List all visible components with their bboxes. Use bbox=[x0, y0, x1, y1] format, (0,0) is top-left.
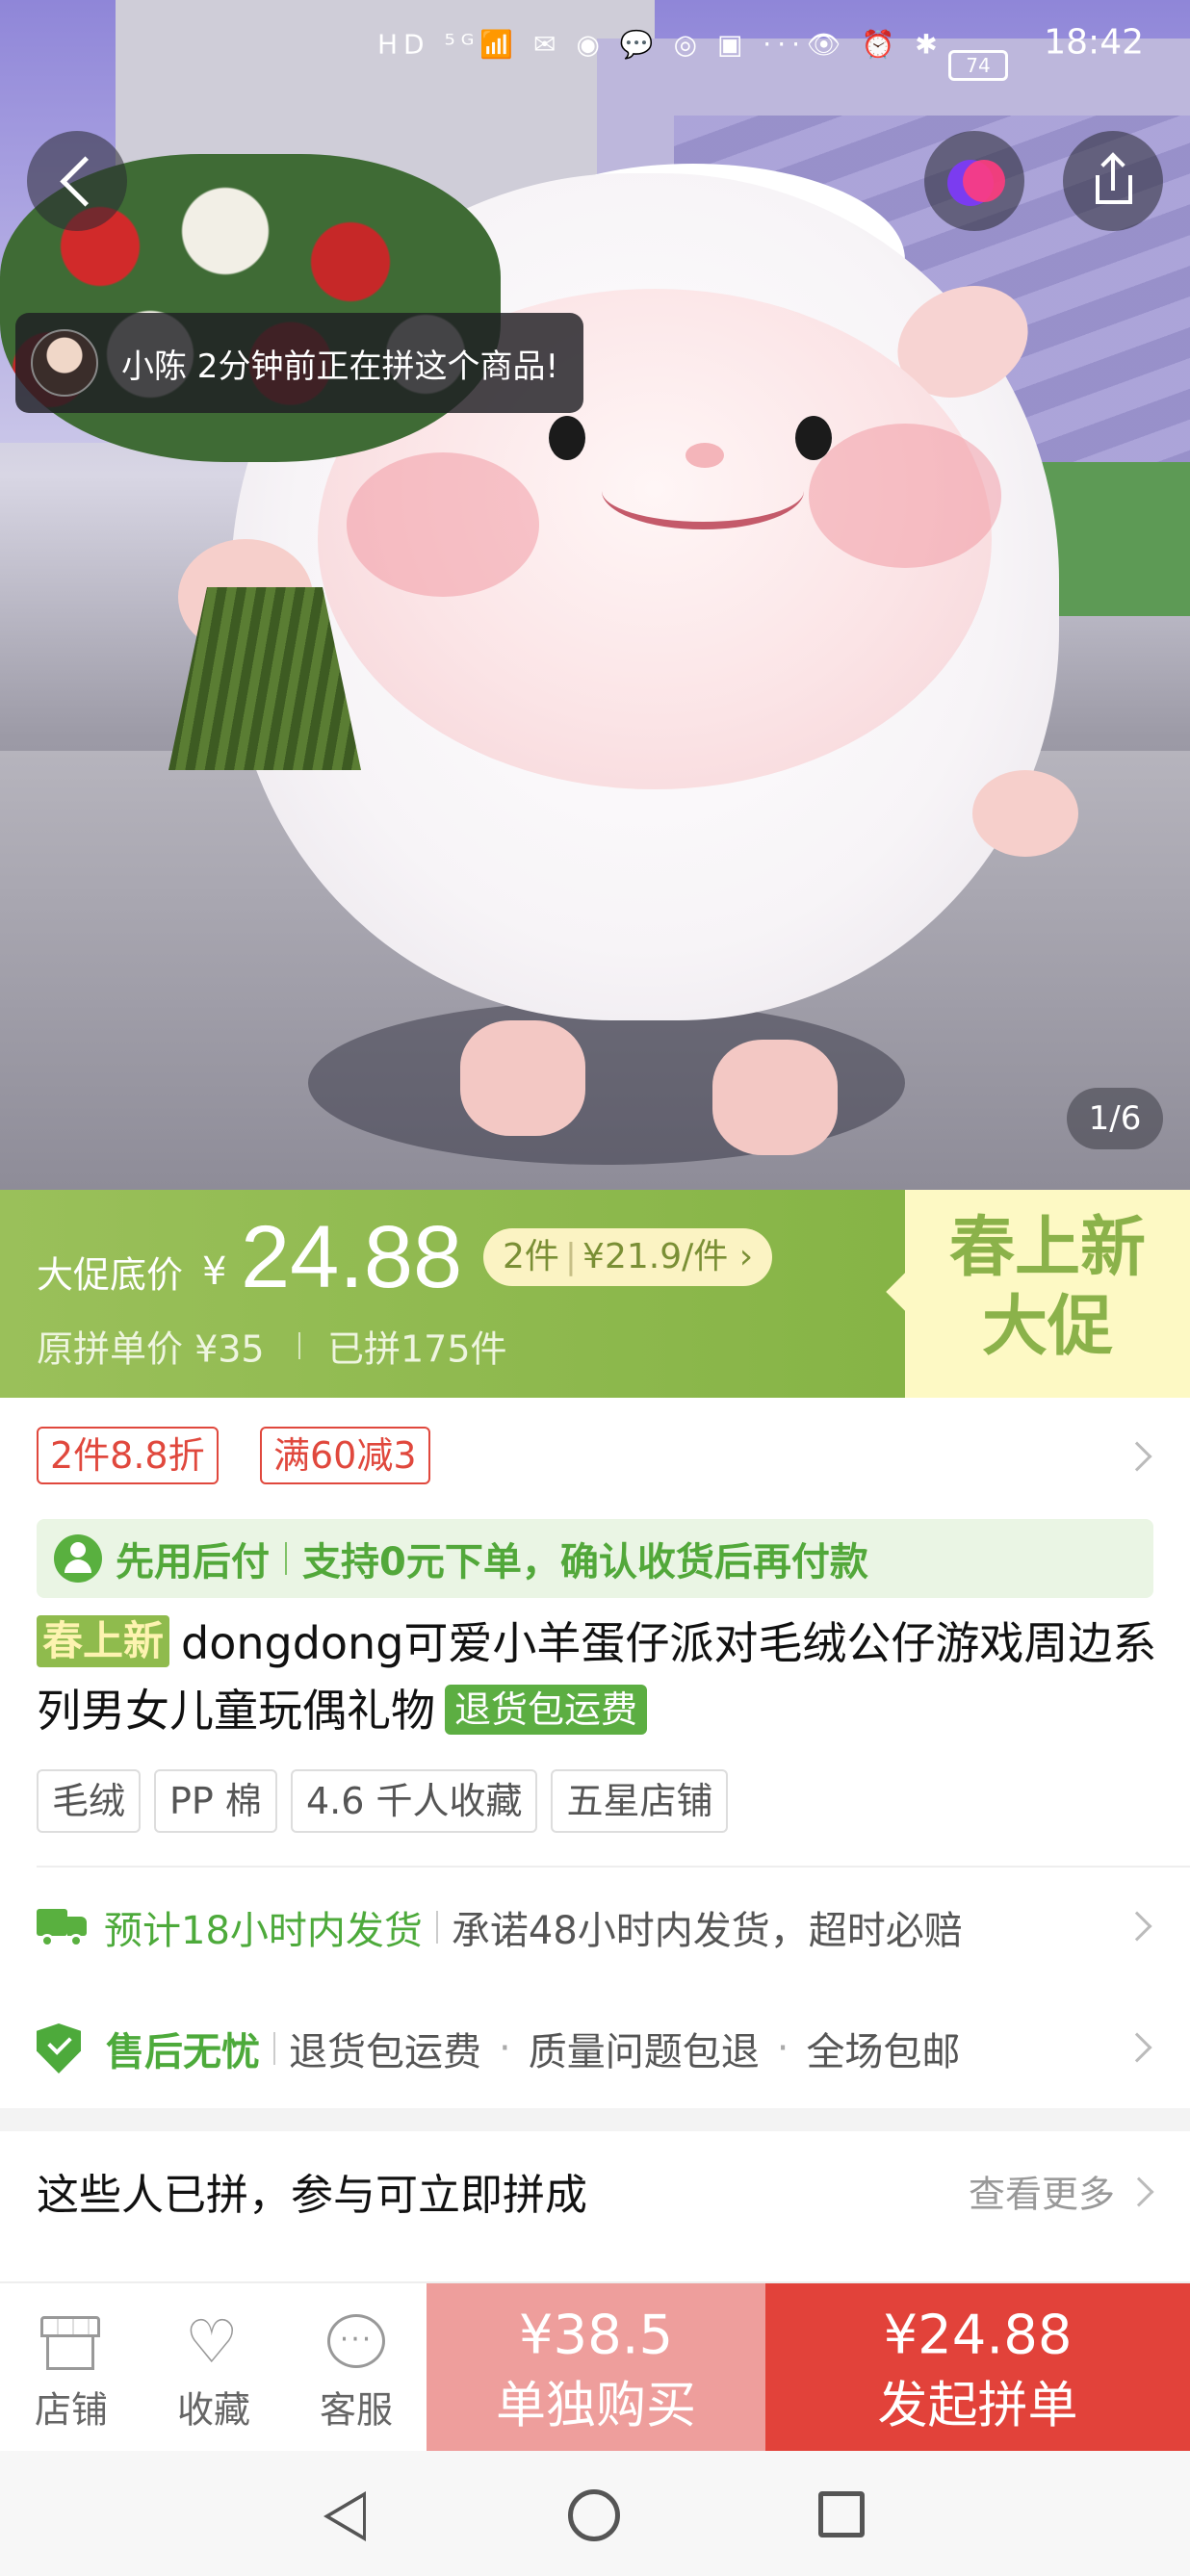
store-button[interactable]: 店铺 bbox=[0, 2283, 142, 2453]
chevron-right-icon: › bbox=[738, 1237, 754, 1276]
pay-later-banner[interactable]: 先用后付 支持0元下单，确认收货后再付款 bbox=[37, 1519, 1153, 1598]
status-icons: HD ⁵ᴳ📶 ✉ ◉ 💬 ◎ ▣ ··· bbox=[377, 28, 807, 61]
buyer-activity-text: 小陈 2分钟前正在拼这个商品! bbox=[121, 347, 559, 386]
spring-promo-panel: 春上新 大促 bbox=[905, 1190, 1190, 1398]
status-time: 18:42 bbox=[1044, 22, 1144, 63]
promo-panel-line1: 春上新 bbox=[948, 1210, 1146, 1286]
coupon-tag: 满60减3 bbox=[260, 1427, 430, 1484]
attribute-tag: PP 棉 bbox=[154, 1769, 277, 1833]
see-more-link[interactable]: 查看更多 bbox=[969, 2165, 1115, 2218]
promo-panel-line2: 大促 bbox=[981, 1289, 1113, 1365]
section-gap bbox=[0, 2108, 1190, 2131]
multi-buy-price: ¥21.9/件 bbox=[582, 1237, 729, 1276]
coupon-row[interactable]: 2件8.8折 满60减3 bbox=[0, 1398, 1190, 1513]
multi-buy-chip[interactable]: 2件 | ¥21.9/件 › bbox=[483, 1228, 773, 1286]
product-title: 春上新 dongdong可爱小羊蛋仔派对毛绒公仔游戏周边系列男女儿童玩偶礼物 退货包… bbox=[37, 1610, 1163, 1744]
currency-symbol: ¥ bbox=[202, 1249, 227, 1294]
divider bbox=[37, 1866, 1190, 1868]
system-back-icon[interactable] bbox=[323, 2491, 366, 2541]
sheep-leg-left bbox=[460, 1020, 585, 1136]
multi-buy-qty: 2件 bbox=[503, 1237, 559, 1276]
system-navigation-bar bbox=[0, 2451, 1190, 2576]
free-return-badge: 退货包运费 bbox=[445, 1685, 648, 1735]
spring-new-tag: 春上新 bbox=[37, 1615, 170, 1667]
group-buy-title: 这些人已拼，参与可立即拼成 bbox=[37, 2171, 587, 2220]
attribute-tag: 毛绒 bbox=[37, 1769, 142, 1833]
buyer-activity-toast: 小陈 2分钟前正在拼这个商品! bbox=[15, 313, 584, 413]
after-sale-item: 质量问题包退 bbox=[528, 2030, 760, 2074]
product-image-carousel[interactable]: HD ⁵ᴳ📶 ✉ ◉ 💬 ◎ ▣ ··· 👁 ⏰ ✱ 74 18:42 小陈 2… bbox=[0, 0, 1190, 1190]
status-bar: HD ⁵ᴳ📶 ✉ ◉ 💬 ◎ ▣ ··· 👁 ⏰ ✱ 74 18:42 bbox=[0, 0, 1190, 81]
image-page-indicator: 1/6 bbox=[1067, 1088, 1163, 1149]
favorite-label: 收藏 bbox=[176, 2388, 250, 2432]
store-icon bbox=[40, 2316, 100, 2370]
pay-later-title: 先用后付 bbox=[116, 1540, 270, 1584]
favorite-button[interactable]: ♡ 收藏 bbox=[142, 2283, 285, 2453]
back-button[interactable] bbox=[27, 131, 127, 231]
price-banner: 大促底价 ¥ 24.88 原拼单价 ¥35 已拼175件 春上新 大促 bbox=[0, 1190, 1190, 1398]
after-sale-row[interactable]: 售后无忧 退货包运费 · 质量问题包退 · 全场包邮 bbox=[0, 1991, 1190, 2106]
heart-icon: ♡ bbox=[185, 2306, 239, 2377]
sheep-cheek-right bbox=[809, 424, 1001, 568]
sheep-eye-left bbox=[549, 416, 585, 460]
after-sale-item: 全场包邮 bbox=[806, 2030, 961, 2074]
single-label: 单独购买 bbox=[495, 2377, 696, 2435]
live-bubble-icon[interactable] bbox=[924, 131, 1024, 231]
group-buy-section[interactable]: 这些人已拼，参与可立即拼成 查看更多 bbox=[0, 2131, 1190, 2251]
store-label: 店铺 bbox=[34, 2388, 108, 2432]
sheep-leg-right bbox=[712, 1040, 838, 1155]
battery-icon: 74 bbox=[948, 50, 1008, 81]
chevron-right-icon bbox=[1122, 1441, 1152, 1472]
promo-price-label: 大促底价 bbox=[37, 1253, 184, 1297]
group-price: ¥24.88 bbox=[883, 2304, 1073, 2367]
user-badge-icon bbox=[54, 1534, 102, 1583]
customer-service-button[interactable]: 客服 bbox=[285, 2283, 427, 2453]
sold-count: 已拼175件 bbox=[327, 1327, 507, 1371]
group-label: 发起拼单 bbox=[877, 2377, 1078, 2435]
attribute-tag: 五星店铺 bbox=[551, 1769, 729, 1833]
service-label: 客服 bbox=[319, 2388, 393, 2432]
chevron-right-icon bbox=[1122, 1911, 1152, 1942]
attribute-tag: 4.6 千人收藏 bbox=[290, 1769, 538, 1833]
status-right-icons: 👁 ⏰ ✱ bbox=[807, 28, 944, 61]
sheep-smile bbox=[602, 452, 804, 529]
after-sale-title: 售后无忧 bbox=[106, 2030, 260, 2074]
buy-single-button[interactable]: ¥38.5 单独购买 bbox=[427, 2283, 765, 2453]
shield-check-icon bbox=[37, 2023, 81, 2074]
pay-later-desc: 支持0元下单，确认收货后再付款 bbox=[302, 1540, 868, 1584]
share-button[interactable] bbox=[1063, 131, 1163, 231]
sheep-arm-right bbox=[972, 770, 1078, 857]
bottom-action-bar: 店铺 ♡ 收藏 客服 ¥38.5 单独购买 ¥24.88 发起拼单 bbox=[0, 2281, 1190, 2453]
avatar bbox=[31, 329, 98, 397]
truck-icon bbox=[37, 1907, 87, 1947]
after-sale-item: 退货包运费 bbox=[289, 2030, 481, 2074]
single-price: ¥38.5 bbox=[518, 2304, 674, 2367]
original-price: 原拼单价 ¥35 bbox=[37, 1327, 265, 1371]
system-recents-icon[interactable] bbox=[818, 2491, 865, 2537]
attribute-tags: 毛绒 PP 棉 4.6 千人收藏 五星店铺 bbox=[37, 1769, 729, 1835]
system-home-icon[interactable] bbox=[568, 2489, 620, 2541]
chevron-right-icon bbox=[1124, 2177, 1154, 2207]
coupon-tag: 2件8.8折 bbox=[37, 1427, 219, 1484]
chevron-right-icon bbox=[1122, 2032, 1152, 2063]
shipping-row[interactable]: 预计18小时内发货 承诺48小时内发货，超时必赔 bbox=[0, 1869, 1190, 1985]
chat-icon bbox=[327, 2314, 385, 2368]
shipping-estimate: 预计18小时内发货 bbox=[104, 1909, 423, 1953]
shipping-promise: 承诺48小时内发货，超时必赔 bbox=[451, 1909, 963, 1953]
promo-price: 24.88 bbox=[241, 1208, 463, 1306]
sheep-cheek-left bbox=[347, 452, 539, 597]
start-group-buy-button[interactable]: ¥24.88 发起拼单 bbox=[765, 2283, 1190, 2453]
